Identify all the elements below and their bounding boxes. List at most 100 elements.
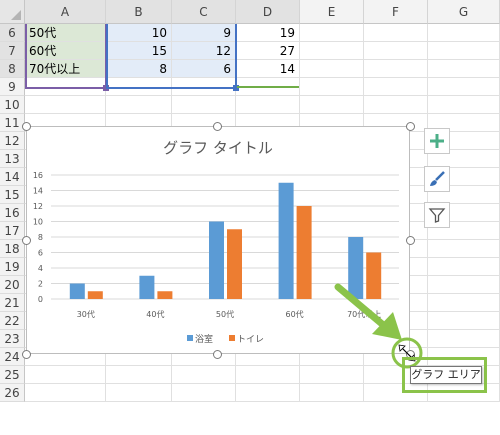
resize-handle-tm[interactable] <box>213 122 222 131</box>
column-header-c[interactable]: C <box>172 0 236 24</box>
cell-g21[interactable] <box>428 294 500 312</box>
chart-elements-button[interactable] <box>424 128 450 154</box>
column-header-a[interactable]: A <box>25 0 106 24</box>
cell-d8[interactable]: 14 <box>236 60 300 78</box>
bar-toilet-0 <box>87 291 103 299</box>
cell-b6[interactable]: 10 <box>106 24 172 42</box>
column-header-f[interactable]: F <box>364 0 428 24</box>
chart-styles-button[interactable] <box>424 166 450 192</box>
resize-handle-mr[interactable] <box>406 236 415 245</box>
cell-g8[interactable] <box>428 60 500 78</box>
row-header-26[interactable]: 26 <box>0 384 25 402</box>
cell-e25[interactable] <box>300 366 364 384</box>
row-header-9[interactable]: 9 <box>0 78 25 96</box>
cell-g19[interactable] <box>428 258 500 276</box>
cell-e9[interactable] <box>300 78 364 96</box>
cell-e6[interactable] <box>300 24 364 42</box>
row-header-13[interactable]: 13 <box>0 150 25 168</box>
cell-b26[interactable] <box>106 384 172 402</box>
row-header-23[interactable]: 23 <box>0 330 25 348</box>
row-header-21[interactable]: 21 <box>0 294 25 312</box>
row-header-10[interactable]: 10 <box>0 96 25 114</box>
column-header-e[interactable]: E <box>300 0 364 24</box>
cell-c6[interactable]: 9 <box>172 24 236 42</box>
cell-c8[interactable]: 6 <box>172 60 236 78</box>
y-tick-label: 14 <box>33 187 43 196</box>
cell-g20[interactable] <box>428 276 500 294</box>
cell-d25[interactable] <box>236 366 300 384</box>
resize-handle-bm[interactable] <box>213 350 222 359</box>
cell-e7[interactable] <box>300 42 364 60</box>
row-header-7[interactable]: 7 <box>0 42 25 60</box>
row-header-12[interactable]: 12 <box>0 132 25 150</box>
cell-g23[interactable] <box>428 330 500 348</box>
cell-a25[interactable] <box>25 366 106 384</box>
cell-a26[interactable] <box>25 384 106 402</box>
row-header-22[interactable]: 22 <box>0 312 25 330</box>
bar-toilet-4 <box>366 252 382 299</box>
cell-g6[interactable] <box>428 24 500 42</box>
legend-swatch <box>229 335 235 341</box>
cell-b7[interactable]: 15 <box>106 42 172 60</box>
cell-b9[interactable] <box>106 78 172 96</box>
row-header-18[interactable]: 18 <box>0 240 25 258</box>
cell-c25[interactable] <box>172 366 236 384</box>
row-header-14[interactable]: 14 <box>0 168 25 186</box>
x-tick-label: 70代以上 <box>347 309 381 319</box>
cell-c26[interactable] <box>172 384 236 402</box>
column-header-g[interactable]: G <box>428 0 500 24</box>
cell-g18[interactable] <box>428 240 500 258</box>
row-header-16[interactable]: 16 <box>0 204 25 222</box>
resize-handle-tl[interactable] <box>22 122 31 131</box>
cell-d26[interactable] <box>236 384 300 402</box>
cell-b8[interactable]: 8 <box>106 60 172 78</box>
select-all-corner[interactable] <box>0 0 25 24</box>
resize-handle-bl[interactable] <box>22 350 31 359</box>
row-header-8[interactable]: 8 <box>0 60 25 78</box>
cell-e10[interactable] <box>300 96 364 114</box>
column-header-d[interactable]: D <box>236 0 300 24</box>
cell-a9[interactable] <box>25 78 106 96</box>
cell-b10[interactable] <box>106 96 172 114</box>
cell-f6[interactable] <box>364 24 428 42</box>
cell-a8[interactable]: 70代以上 <box>25 60 106 78</box>
resize-handle-tr[interactable] <box>406 122 415 131</box>
row-header-17[interactable]: 17 <box>0 222 25 240</box>
cell-d6[interactable]: 19 <box>236 24 300 42</box>
column-header-b[interactable]: B <box>106 0 172 24</box>
cell-g9[interactable] <box>428 78 500 96</box>
cell-c10[interactable] <box>172 96 236 114</box>
row-header-15[interactable]: 15 <box>0 186 25 204</box>
cell-g22[interactable] <box>428 312 500 330</box>
range-category-box-handle[interactable] <box>103 85 109 91</box>
cell-c9[interactable] <box>172 78 236 96</box>
cell-a6[interactable]: 50代 <box>25 24 106 42</box>
chart-area[interactable]: グラフ タイトル 0 2 4 6 8 10 12 14 16 30代 40代 50代 60代 70代以上 浴室… <box>26 126 410 354</box>
cell-f7[interactable] <box>364 42 428 60</box>
bar-bath-4 <box>348 237 364 299</box>
cell-c7[interactable]: 12 <box>172 42 236 60</box>
row-header-19[interactable]: 19 <box>0 258 25 276</box>
cell-e8[interactable] <box>300 60 364 78</box>
row-header-24[interactable]: 24 <box>0 348 25 366</box>
cell-b25[interactable] <box>106 366 172 384</box>
cell-a7[interactable]: 60代 <box>25 42 106 60</box>
cell-f8[interactable] <box>364 60 428 78</box>
cell-e26[interactable] <box>300 384 364 402</box>
chart-filters-button[interactable] <box>424 202 450 228</box>
cell-f9[interactable] <box>364 78 428 96</box>
row-header-25[interactable]: 25 <box>0 366 25 384</box>
y-tick-label: 2 <box>38 280 43 289</box>
cell-d7[interactable]: 27 <box>236 42 300 60</box>
row-header-6[interactable]: 6 <box>0 24 25 42</box>
cell-a10[interactable] <box>25 96 106 114</box>
cell-f10[interactable] <box>364 96 428 114</box>
row-header-20[interactable]: 20 <box>0 276 25 294</box>
x-tick-label: 60代 <box>286 309 304 319</box>
legend-swatch <box>187 335 193 341</box>
cell-d10[interactable] <box>236 96 300 114</box>
resize-handle-ml[interactable] <box>22 236 31 245</box>
cell-g10[interactable] <box>428 96 500 114</box>
row-header-11[interactable]: 11 <box>0 114 25 132</box>
cell-g7[interactable] <box>428 42 500 60</box>
